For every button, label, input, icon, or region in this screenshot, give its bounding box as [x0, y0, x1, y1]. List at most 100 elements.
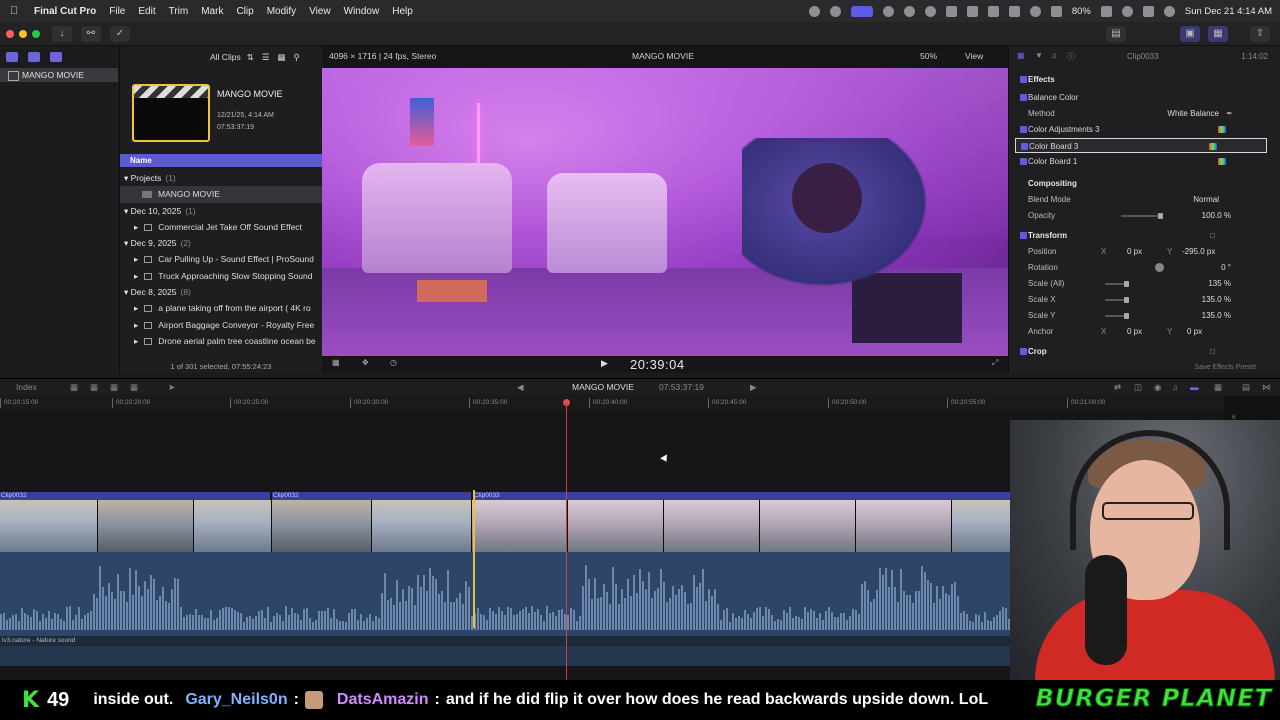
apple-icon[interactable]:  [10, 5, 24, 17]
obs-icon[interactable] [882, 5, 894, 17]
menu-file[interactable]: File [109, 6, 125, 17]
method-dropdown[interactable]: White Balance [1167, 106, 1219, 121]
timecode-display[interactable]: 20:39:04 [630, 357, 685, 372]
screen-share-icon[interactable] [850, 5, 873, 17]
opacity-value[interactable]: 100.0 % [1202, 208, 1231, 223]
back-icon[interactable]: ◀ [517, 382, 524, 393]
chevron-updown-icon[interactable]: ⇅ [247, 52, 254, 63]
headphones-icon[interactable]: ♫ [1172, 382, 1178, 392]
view-dropdown[interactable]: View [965, 51, 983, 61]
color-swatch-icon[interactable] [1218, 158, 1226, 165]
group-row[interactable]: ▾ Dec 10, 2025 (1) [120, 203, 322, 219]
select-tool-icon[interactable]: ➤ [168, 382, 175, 393]
volume-icon[interactable] [945, 5, 957, 17]
fullscreen-icon[interactable]: ⤢ [992, 358, 998, 368]
rotation-value[interactable]: 0 ° [1221, 260, 1231, 275]
record-icon[interactable] [808, 5, 820, 17]
clip-row[interactable]: ▸ a plane taking off from the airport ( 4… [120, 300, 322, 316]
project-row[interactable]: MANGO MOVIE [120, 186, 322, 203]
timeline-project-name[interactable]: MANGO MOVIE [572, 382, 634, 392]
inspector-toggle-icon[interactable]: ▦ [1208, 26, 1228, 42]
balance-color-row[interactable]: Balance Color [1009, 90, 1280, 105]
scale-x-value[interactable]: 135.0 % [1202, 292, 1231, 307]
color-board-1-checkbox[interactable] [1020, 158, 1027, 165]
minimize-window-button[interactable] [19, 30, 27, 38]
clip-title-bar[interactable]: Clip0032 [272, 492, 471, 500]
position-x-value[interactable]: 0 px [1127, 244, 1142, 259]
transform-onscreen-icon[interactable]: □ [1210, 228, 1215, 243]
scale-all-value[interactable]: 135 % [1208, 276, 1231, 291]
search-icon[interactable] [1121, 5, 1133, 17]
scale-x-slider[interactable] [1105, 297, 1129, 303]
play-icon[interactable]: ▶ [601, 358, 608, 369]
clip-filter-dropdown[interactable]: All Clips [210, 52, 241, 62]
scale-all-slider[interactable] [1105, 281, 1129, 287]
library-item[interactable]: MANGO MOVIE [0, 68, 118, 82]
color-adjustments-row[interactable]: Color Adjustments 3 [1009, 122, 1280, 137]
menu-trim[interactable]: Trim [169, 6, 189, 17]
display-icon[interactable] [966, 5, 978, 17]
group-row[interactable]: ▾ Dec 8, 2025 (8) [120, 284, 322, 300]
layout-icon[interactable]: ▣ [1180, 26, 1200, 42]
append-icon[interactable]: ▦ [110, 382, 118, 393]
overwrite-icon[interactable]: ▦ [130, 382, 138, 393]
crop-section[interactable]: Crop □ [1009, 344, 1280, 359]
focus-icon[interactable] [1029, 5, 1041, 17]
titles-generators-icon[interactable] [50, 52, 62, 62]
color-board-3-checkbox[interactable] [1021, 143, 1028, 150]
menu-window[interactable]: Window [344, 6, 380, 17]
rotation-dial[interactable] [1155, 263, 1164, 272]
menu-help[interactable]: Help [392, 6, 413, 17]
effects-section[interactable]: Effects [1009, 72, 1280, 87]
view-options-icon[interactable]: ▦ [332, 358, 340, 367]
clip-row[interactable]: ▸ Truck Approaching Slow Stopping Sound [120, 268, 322, 284]
video-frame[interactable] [322, 68, 1008, 356]
skimming-icon[interactable]: ⇄ [1114, 382, 1121, 393]
play-circle-icon[interactable] [924, 5, 936, 17]
siri-icon[interactable] [1163, 5, 1175, 17]
group-row[interactable]: ▾ Dec 9, 2025 (2) [120, 235, 322, 251]
balance-color-checkbox[interactable] [1020, 94, 1027, 101]
battery-icon[interactable] [1100, 5, 1112, 17]
transform-section[interactable]: Transform □ [1009, 228, 1280, 243]
clock[interactable]: Sun Dec 21 4:14 AM [1185, 6, 1272, 17]
transitions-icon[interactable]: ⋈ [1262, 382, 1271, 393]
group-row[interactable]: ▾ Projects (1) [120, 170, 322, 186]
insert-icon[interactable]: ▦ [90, 382, 98, 393]
color-swatch-icon[interactable] [1218, 126, 1226, 133]
timeline-ruler[interactable]: 00:20:15:00 00:20:20:00 00:20:25:00 00:2… [0, 396, 1224, 410]
blend-mode-dropdown[interactable]: Normal [1193, 192, 1219, 207]
close-window-button[interactable] [6, 30, 14, 38]
clip-row[interactable]: ▸ Car Pulling Up - Sound Effect | ProSoun… [120, 251, 322, 267]
color-board-1-row[interactable]: Color Board 1 [1009, 154, 1280, 169]
menu-clip[interactable]: Clip [236, 6, 253, 17]
menu-edit[interactable]: Edit [138, 6, 155, 17]
share-icon[interactable]: ⇧ [1250, 26, 1270, 42]
keyword-icon[interactable]: ⚯ [81, 26, 101, 42]
transform-checkbox[interactable] [1020, 232, 1027, 239]
clip-row[interactable]: ▸ Commercial Jet Take Off Sound Effect [120, 219, 322, 235]
bluetooth-icon[interactable] [1008, 5, 1020, 17]
solo-icon[interactable]: ◉ [1154, 382, 1161, 393]
message-icon[interactable] [987, 5, 999, 17]
speed-icon[interactable]: ◷ [390, 358, 397, 367]
import-icon[interactable]: ↓ [52, 26, 72, 42]
snapping-icon[interactable]: ▬ [1190, 382, 1199, 392]
control-center-icon[interactable] [1142, 5, 1154, 17]
project-thumbnail[interactable] [132, 84, 210, 142]
menu-modify[interactable]: Modify [267, 6, 296, 17]
info-inspector-icon[interactable]: ⓘ [1067, 51, 1075, 62]
wifi-icon[interactable] [1050, 5, 1062, 17]
menu-mark[interactable]: Mark [201, 6, 223, 17]
scale-y-slider[interactable] [1105, 313, 1129, 319]
effects-browser-icon[interactable]: ▤ [1242, 382, 1250, 393]
color-inspector-icon[interactable]: ▼ [1035, 51, 1043, 60]
name-column-header[interactable]: Name [120, 154, 322, 167]
audio-skimming-icon[interactable]: ◫ [1134, 382, 1142, 393]
crop-checkbox[interactable] [1020, 348, 1027, 355]
list-view-icon[interactable]: ☰ [262, 52, 270, 63]
scale-y-value[interactable]: 135.0 % [1202, 308, 1231, 323]
playhead[interactable] [566, 403, 567, 680]
clip-row[interactable]: ▸ Airport Baggage Conveyor - Royalty Free [120, 317, 322, 333]
clip-title-bar[interactable]: Clip0032 [0, 492, 270, 500]
